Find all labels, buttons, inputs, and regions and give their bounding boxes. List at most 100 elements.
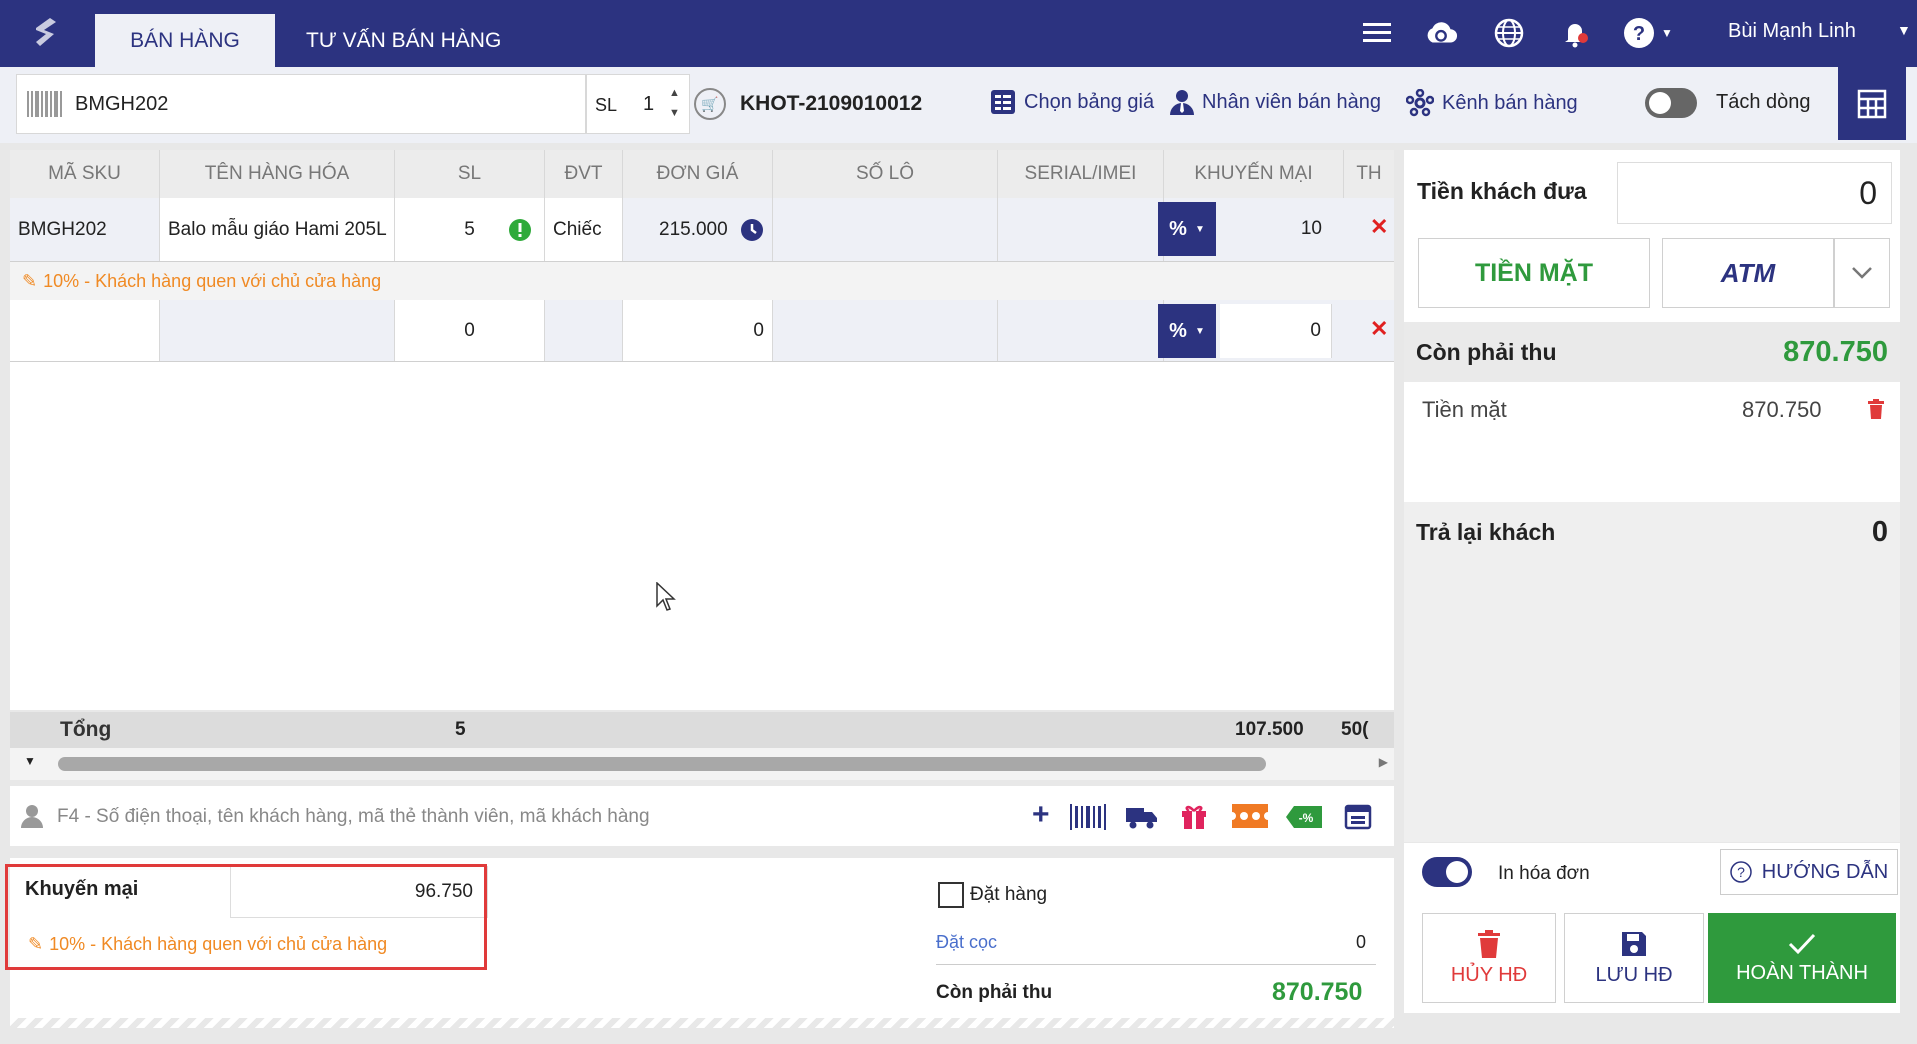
cash-button[interactable]: TIỀN MẶT bbox=[1418, 238, 1650, 308]
order-checkbox[interactable] bbox=[938, 882, 964, 908]
table-row: 0 0 % ▼ 0 ✕ bbox=[10, 300, 1394, 362]
row-discount-input[interactable]: 10 bbox=[1216, 202, 1332, 256]
collapse-caret-icon[interactable]: ▼ bbox=[24, 754, 36, 768]
deposit-link[interactable]: Đặt cọc bbox=[936, 932, 997, 953]
layout-grid-button[interactable] bbox=[1838, 67, 1906, 140]
rp-due-value: 870.750 bbox=[1783, 335, 1888, 368]
warning-icon[interactable] bbox=[508, 218, 532, 242]
tab-ban-hang[interactable]: BÁN HÀNG bbox=[95, 14, 275, 67]
sl-value[interactable]: 1 bbox=[643, 93, 654, 116]
calendar-icon[interactable] bbox=[1344, 802, 1372, 830]
discount-type-label: % bbox=[1169, 217, 1187, 240]
user-name[interactable]: Bùi Mạnh Linh bbox=[1728, 20, 1856, 43]
save-invoice-button[interactable]: LƯU HĐ bbox=[1564, 913, 1704, 1003]
scroll-thumb[interactable] bbox=[58, 757, 1266, 771]
staff-label: Nhân viên bán hàng bbox=[1202, 90, 1382, 113]
atm-button[interactable]: ATM bbox=[1662, 238, 1834, 308]
promo-note[interactable]: ✎ 10% - Khách hàng quen với chủ cửa hàng bbox=[10, 262, 1394, 300]
guide-button[interactable]: ? HƯỚNG DẪN bbox=[1720, 849, 1898, 895]
store-code: KHOT-2109010012 bbox=[740, 92, 923, 115]
horizontal-scrollbar[interactable]: ▼ ▶ bbox=[10, 748, 1394, 780]
row-serial[interactable] bbox=[998, 198, 1164, 261]
pencil-icon: ✎ bbox=[22, 270, 38, 291]
scroll-right-icon[interactable]: ▶ bbox=[1379, 755, 1388, 769]
payment-more-dropdown[interactable] bbox=[1834, 238, 1890, 308]
receipt-edge bbox=[10, 1018, 1394, 1028]
trash-icon[interactable] bbox=[1868, 399, 1884, 419]
row2-unit bbox=[545, 300, 623, 361]
menu-icon[interactable] bbox=[1360, 16, 1394, 50]
total-row: Tổng 5 107.500 50( bbox=[10, 712, 1394, 748]
print-invoice-label: In hóa đơn bbox=[1498, 863, 1590, 884]
row2-name[interactable] bbox=[160, 300, 395, 361]
barcode-scan-icon[interactable] bbox=[1070, 804, 1110, 830]
tab-tu-van-ban-hang[interactable]: TƯ VẤN BÁN HÀNG bbox=[282, 14, 522, 67]
total-th: 50( bbox=[1341, 719, 1369, 740]
cloud-sync-icon[interactable] bbox=[1424, 16, 1458, 50]
row-lot[interactable] bbox=[773, 198, 998, 261]
promo-note-text: 10% - Khách hàng quen với chủ cửa hàng bbox=[43, 270, 382, 291]
staff-button[interactable]: Nhân viên bán hàng bbox=[1170, 89, 1381, 115]
complete-button[interactable]: HOÀN THÀNH bbox=[1708, 913, 1896, 1003]
change-value: 0 bbox=[1871, 515, 1888, 548]
quantity-stepper[interactable]: SL 1 ▲ ▼ bbox=[586, 74, 690, 134]
spinner-arrows-icon[interactable]: ▲ ▼ bbox=[669, 83, 680, 123]
barcode-input[interactable]: BMGH202 bbox=[75, 93, 168, 116]
price-list-label: Chọn bảng giá bbox=[1024, 90, 1155, 113]
due-label: Còn phải thu bbox=[936, 982, 1053, 1003]
delete-row-icon[interactable]: ✕ bbox=[1370, 214, 1388, 240]
chevron-down-icon bbox=[1852, 267, 1872, 279]
change-row: Trả lại khách 0 bbox=[1404, 502, 1900, 562]
row2-serial[interactable] bbox=[998, 300, 1164, 361]
row2-price[interactable]: 0 bbox=[623, 300, 773, 361]
top-bar: BÁN HÀNG TƯ VẤN BÁN HÀNG ? ▼ Bùi Mạnh Li… bbox=[0, 0, 1917, 67]
delivery-truck-icon[interactable] bbox=[1126, 804, 1158, 830]
col-th: TH bbox=[1356, 163, 1382, 184]
discount-type-dropdown-2[interactable]: % ▼ bbox=[1158, 304, 1216, 358]
price-list-button[interactable]: Chọn bảng giá bbox=[990, 89, 1154, 115]
user-tie-icon bbox=[1170, 90, 1194, 115]
trash-icon bbox=[1478, 929, 1500, 958]
cash-line-label: Tiền mặt bbox=[1422, 397, 1507, 422]
print-invoice-toggle[interactable] bbox=[1422, 857, 1472, 887]
row2-lot[interactable] bbox=[773, 300, 998, 361]
discount-type-dropdown[interactable]: % ▼ bbox=[1158, 202, 1216, 256]
row2-discount[interactable]: 0 bbox=[1220, 304, 1332, 358]
bell-icon[interactable] bbox=[1558, 16, 1592, 50]
help-icon[interactable]: ? ▼ bbox=[1618, 16, 1678, 50]
user-chevron-icon[interactable]: ▼ bbox=[1897, 22, 1911, 38]
channel-label: Kênh bán hàng bbox=[1442, 91, 1578, 114]
globe-icon[interactable] bbox=[1492, 16, 1526, 50]
sl-label: SL bbox=[595, 95, 618, 115]
customer-search[interactable]: F4 - Số điện thoại, tên khách hàng, mã t… bbox=[10, 786, 1394, 846]
cancel-invoice-button[interactable]: HỦY HĐ bbox=[1422, 913, 1556, 1003]
clock-icon[interactable] bbox=[740, 218, 764, 242]
barcode-search[interactable]: BMGH202 bbox=[16, 74, 586, 134]
given-input[interactable]: 0 bbox=[1617, 162, 1892, 224]
customer-search-input[interactable]: F4 - Số điện thoại, tên khách hàng, mã t… bbox=[57, 806, 650, 828]
caret-down-icon: ▼ bbox=[1194, 223, 1205, 235]
discount-type-label-2: % bbox=[1169, 319, 1187, 342]
toolbar: BMGH202 SL 1 ▲ ▼ 🛒 KHOT-2109010012 Chọn b… bbox=[0, 67, 1917, 143]
mouse-cursor-icon bbox=[656, 582, 676, 611]
split-line-toggle[interactable] bbox=[1645, 88, 1697, 118]
discount-tag-icon[interactable]: -% bbox=[1286, 806, 1322, 828]
row-qty-input[interactable]: 5 bbox=[395, 198, 545, 261]
table-header: MÃ SKU TÊN HÀNG HÓA SL ĐVT ĐƠN GIÁ SỐ LÔ… bbox=[10, 150, 1394, 198]
cash-line-value: 870.750 bbox=[1742, 397, 1822, 422]
store-selector[interactable]: 🛒 KHOT-2109010012 bbox=[694, 74, 942, 134]
row-unit: Chiếc bbox=[545, 198, 623, 261]
channel-button[interactable]: Kênh bán hàng bbox=[1406, 89, 1578, 117]
delete-row-icon[interactable]: ✕ bbox=[1370, 316, 1388, 342]
col-promo: KHUYẾN MẠI bbox=[1164, 150, 1344, 198]
add-customer-icon[interactable]: + bbox=[1032, 798, 1050, 832]
voucher-icon[interactable] bbox=[1232, 804, 1268, 828]
app-logo-icon[interactable] bbox=[30, 14, 64, 50]
row2-qty[interactable]: 0 bbox=[395, 300, 545, 361]
split-line-label: Tách dòng bbox=[1716, 91, 1811, 113]
svg-text:-%: -% bbox=[1299, 811, 1314, 825]
help-circle-icon: ? bbox=[1730, 861, 1752, 883]
row2-sku[interactable] bbox=[10, 300, 160, 361]
gift-icon[interactable] bbox=[1180, 802, 1208, 830]
row-price-input[interactable]: 215.000 bbox=[623, 198, 773, 261]
